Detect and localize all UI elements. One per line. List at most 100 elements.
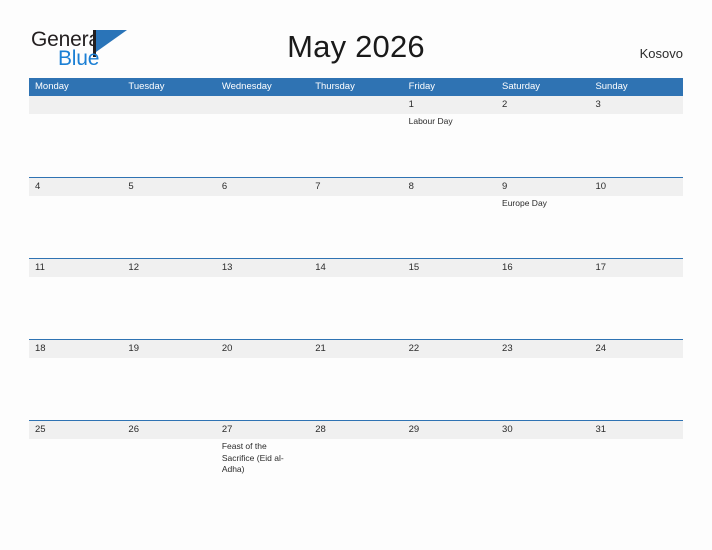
day-number: 25	[35, 424, 46, 435]
calendar-week-row: 25 26 27 Feast of the Sacrifice (Eid al-Adh…	[29, 420, 683, 501]
calendar-day-cell[interactable]: 1 Labour Day	[403, 96, 496, 177]
calendar-day-cell[interactable]: 17	[589, 259, 682, 339]
day-number: 3	[595, 99, 601, 110]
calendar-day-cell[interactable]: 6	[216, 178, 309, 258]
week-cells: 11 12 13 14 15 16 17	[29, 259, 683, 339]
calendar-day-cell[interactable]: 22	[403, 340, 496, 420]
day-number	[128, 96, 215, 114]
calendar-day-cell[interactable]: 13	[216, 259, 309, 339]
day-number	[315, 96, 402, 114]
week-cells: 18 19 20 21 22 23 24	[29, 340, 683, 420]
day-number: 11	[35, 262, 45, 273]
day-number: 27	[221, 424, 233, 435]
calendar-grid: Monday Tuesday Wednesday Thursday Friday Satu…	[29, 78, 683, 501]
weekday-header-thursday: Thursday	[315, 81, 355, 92]
calendar-day-cell[interactable]: 7	[309, 178, 402, 258]
calendar-day-cell[interactable]: 11	[29, 259, 122, 339]
calendar-day-cell[interactable]: 14	[309, 259, 402, 339]
weekday-header-tuesday: Tuesday	[128, 81, 165, 92]
day-number	[222, 96, 309, 114]
calendar-empty-cell	[309, 96, 402, 177]
day-number: 30	[502, 424, 513, 435]
calendar-week-row: 18 19 20 21 22 23 24	[29, 339, 683, 420]
day-number: 13	[221, 262, 233, 273]
day-number: 5	[128, 181, 134, 192]
page-title: May 2026	[287, 29, 425, 64]
weekday-header-saturday: Saturday	[502, 81, 541, 92]
day-number: 2	[502, 99, 508, 110]
calendar-day-cell[interactable]: 23	[496, 340, 589, 420]
day-number: 20	[221, 343, 233, 354]
calendar-day-cell[interactable]: 21	[309, 340, 402, 420]
weekday-header-row: Monday Tuesday Wednesday Thursday Friday Satu…	[29, 78, 683, 96]
day-number: 9	[502, 181, 508, 192]
day-events: Europe Day	[502, 196, 589, 210]
week-cells: 4 5 6 7 8 9 Europe Day 10	[29, 178, 683, 258]
weekday-header-monday: Monday	[35, 81, 69, 92]
holiday-event: Labour Day	[408, 116, 453, 126]
day-number: 14	[315, 262, 326, 273]
calendar-page: General Blue May 2026 Kosovo Monday Tuesd…	[0, 0, 712, 550]
calendar-week-row: 11 12 13 14 15 16 17	[29, 258, 683, 339]
calendar-day-cell[interactable]: 24	[589, 340, 682, 420]
day-number: 31	[595, 424, 607, 435]
calendar-week-row: 4 5 6 7 8 9 Europe Day 10	[29, 177, 683, 258]
day-number: 19	[128, 343, 139, 354]
day-number: 15	[408, 262, 420, 273]
calendar-day-cell[interactable]: 3	[589, 96, 682, 177]
calendar-day-cell[interactable]: 26	[122, 421, 215, 501]
calendar-weeks: 1 Labour Day 2 3 4 5 6 7 8 9 Europe Day 10 11 12 13 14 1…	[29, 96, 683, 501]
page-header: General Blue May 2026 Kosovo	[0, 0, 712, 78]
day-number: 8	[408, 181, 414, 192]
day-events: Labour Day	[409, 114, 496, 128]
day-number: 1	[408, 99, 414, 110]
calendar-day-cell[interactable]: 4	[29, 178, 122, 258]
country-label: Kosovo	[639, 46, 683, 61]
calendar-day-cell[interactable]: 12	[122, 259, 215, 339]
day-number: 16	[502, 262, 513, 273]
day-number: 10	[595, 181, 607, 192]
calendar-day-cell[interactable]: 29	[403, 421, 496, 501]
day-number: 18	[35, 343, 46, 354]
calendar-day-cell[interactable]: 18	[29, 340, 122, 420]
day-number	[35, 96, 122, 114]
day-number: 22	[408, 343, 420, 354]
day-number: 17	[595, 262, 607, 273]
week-cells: 25 26 27 Feast of the Sacrifice (Eid al-Adh…	[29, 421, 683, 501]
day-number: 28	[315, 424, 326, 435]
calendar-day-cell[interactable]: 28	[309, 421, 402, 501]
day-number: 21	[315, 343, 326, 354]
day-number: 24	[595, 343, 607, 354]
calendar-empty-cell	[216, 96, 309, 177]
weekday-header-friday: Friday	[408, 81, 436, 92]
calendar-empty-cell	[122, 96, 215, 177]
calendar-day-cell[interactable]: 19	[122, 340, 215, 420]
calendar-day-cell[interactable]: 5	[122, 178, 215, 258]
calendar-day-cell[interactable]: 31	[589, 421, 682, 501]
calendar-day-cell[interactable]: 9 Europe Day	[496, 178, 589, 258]
holiday-event: Feast of the Sacrifice (Eid al-Adha)	[221, 441, 284, 474]
day-number: 6	[221, 181, 228, 192]
calendar-week-row: 1 Labour Day 2 3	[29, 96, 683, 177]
weekday-header-wednesday: Wednesday	[221, 81, 272, 92]
calendar-empty-cell	[29, 96, 122, 177]
calendar-day-cell[interactable]: 10	[589, 178, 682, 258]
day-number: 4	[35, 181, 41, 192]
holiday-event: Europe Day	[502, 198, 547, 208]
day-events: Feast of the Sacrifice (Eid al-Adha)	[222, 439, 309, 476]
day-number: 12	[128, 262, 139, 273]
calendar-day-cell[interactable]: 15	[403, 259, 496, 339]
calendar-day-cell[interactable]: 2	[496, 96, 589, 177]
day-number: 23	[502, 343, 513, 354]
day-number: 26	[128, 424, 139, 435]
calendar-day-cell[interactable]: 16	[496, 259, 589, 339]
day-number: 29	[408, 424, 420, 435]
calendar-day-cell[interactable]: 25	[29, 421, 122, 501]
calendar-day-cell[interactable]: 8	[403, 178, 496, 258]
week-cells: 1 Labour Day 2 3	[29, 96, 683, 177]
day-number: 7	[315, 181, 321, 192]
weekday-header-sunday: Sunday	[595, 81, 628, 92]
calendar-day-cell[interactable]: 20	[216, 340, 309, 420]
calendar-day-cell[interactable]: 27 Feast of the Sacrifice (Eid al-Adha)	[216, 421, 309, 501]
calendar-day-cell[interactable]: 30	[496, 421, 589, 501]
